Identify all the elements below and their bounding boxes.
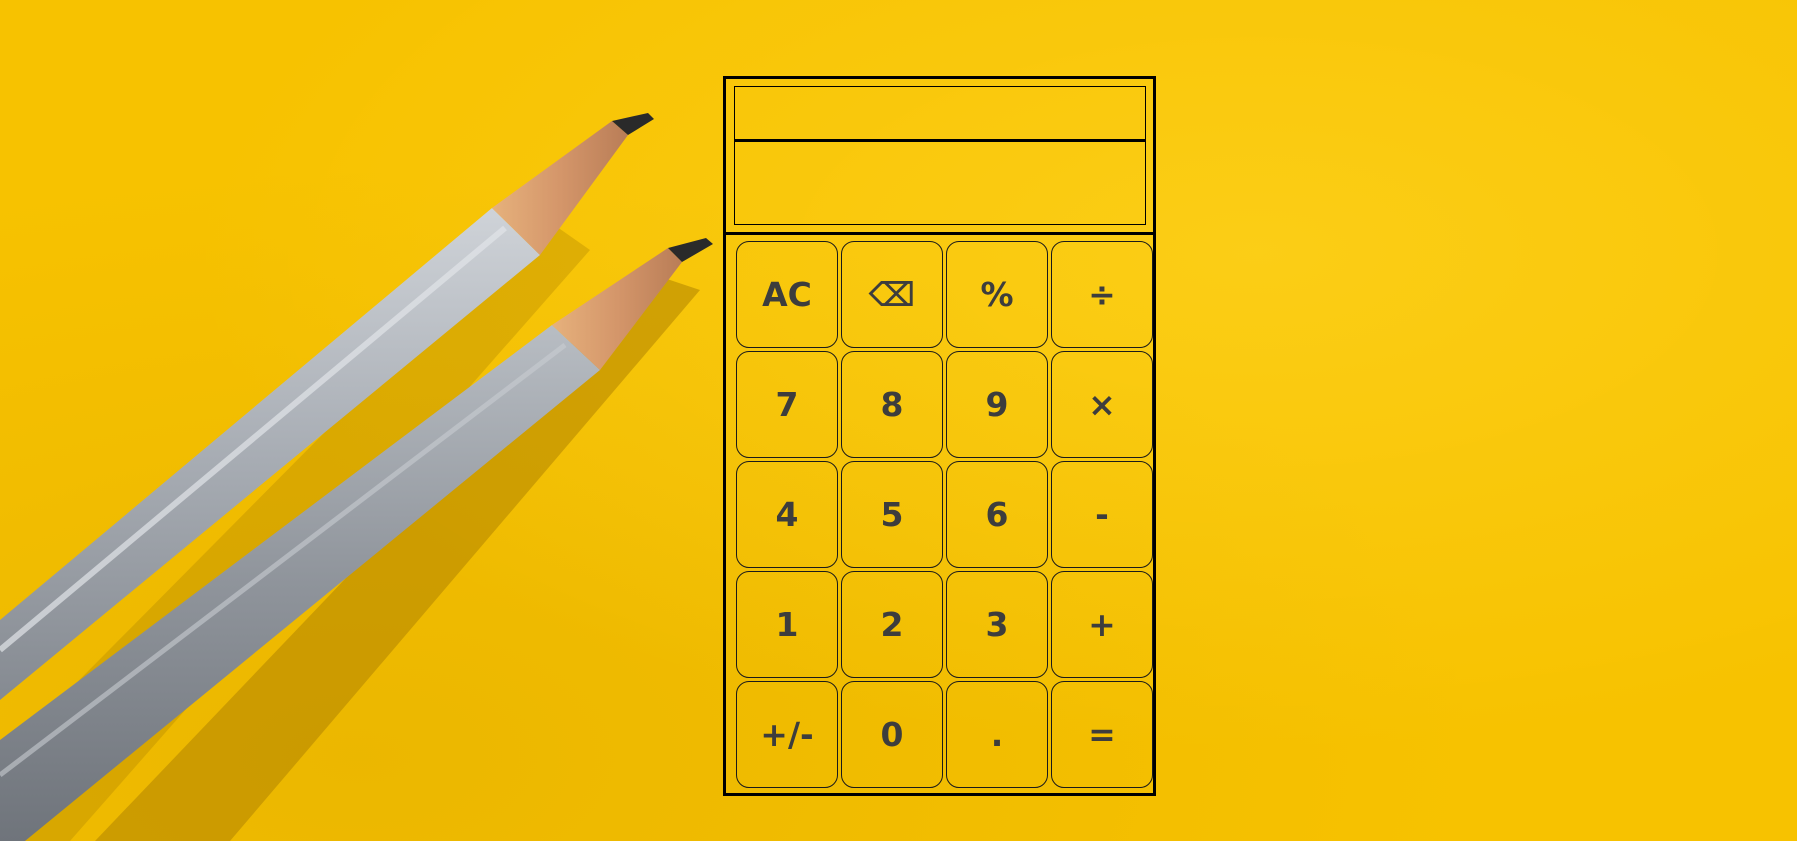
digit-8-button[interactable]: 8 — [841, 351, 943, 458]
digit-3-button[interactable]: 3 — [946, 571, 1048, 678]
digit-5-button[interactable]: 5 — [841, 461, 943, 568]
digit-1-button[interactable]: 1 — [736, 571, 838, 678]
equals-button[interactable]: = — [1051, 681, 1153, 788]
backspace-button[interactable]: ⌫ — [841, 241, 943, 348]
digit-6-button[interactable]: 6 — [946, 461, 1048, 568]
digit-9-button[interactable]: 9 — [946, 351, 1048, 458]
digit-7-button[interactable]: 7 — [736, 351, 838, 458]
digit-0-button[interactable]: 0 — [841, 681, 943, 788]
decimal-point-button[interactable]: . — [946, 681, 1048, 788]
calculator: AC ⌫% ÷ 7 8 9 × 4 5 6- 1 2 3 + +/- 0. = — [723, 76, 1156, 796]
digit-4-button[interactable]: 4 — [736, 461, 838, 568]
keypad: AC ⌫% ÷ 7 8 9 × 4 5 6- 1 2 3 + +/- 0. = — [736, 241, 1153, 788]
display-divider — [726, 232, 1153, 235]
toggle-sign-button[interactable]: +/- — [736, 681, 838, 788]
calculator-display — [734, 86, 1146, 225]
all-clear-button[interactable]: AC — [736, 241, 838, 348]
previous-operand — [735, 87, 1145, 142]
multiply-button[interactable]: × — [1051, 351, 1153, 458]
subtract-button[interactable]: - — [1051, 461, 1153, 568]
add-button[interactable]: + — [1051, 571, 1153, 678]
digit-2-button[interactable]: 2 — [841, 571, 943, 678]
current-operand — [735, 142, 1145, 224]
percent-button[interactable]: % — [946, 241, 1048, 348]
divide-button[interactable]: ÷ — [1051, 241, 1153, 348]
